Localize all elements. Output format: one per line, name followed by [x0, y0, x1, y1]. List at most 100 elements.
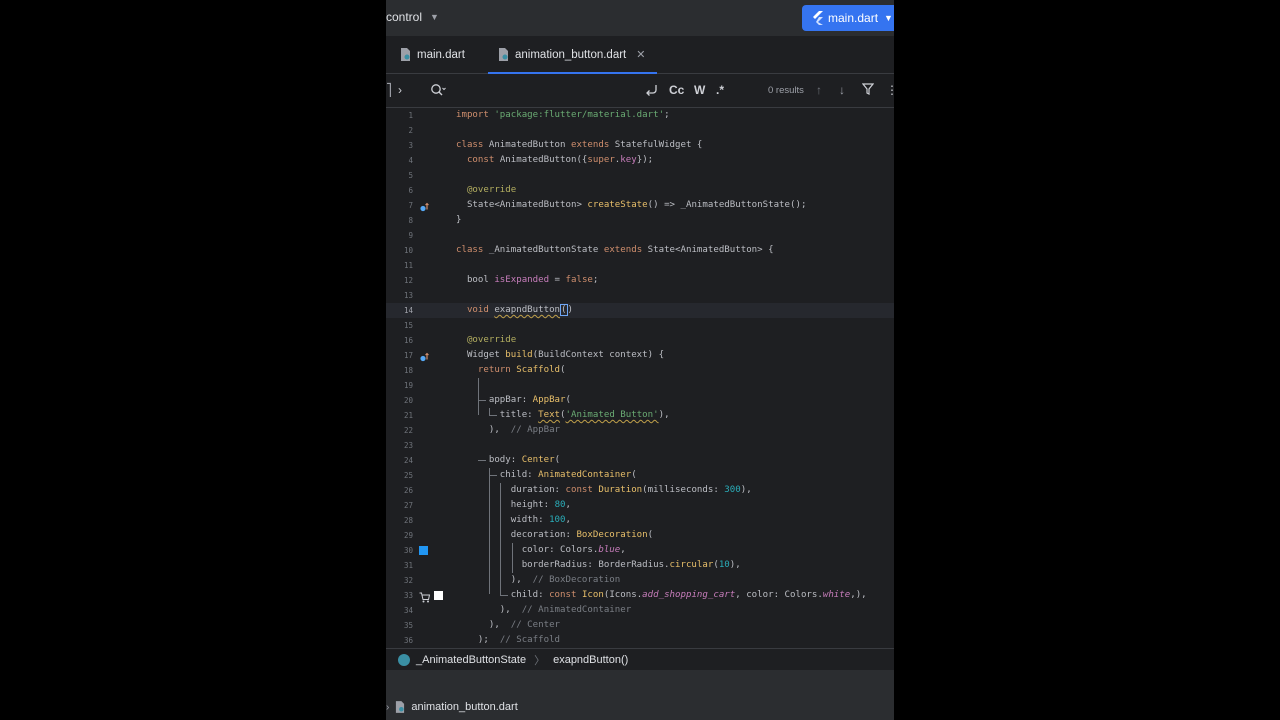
flutter-icon: [813, 11, 823, 25]
code-line[interactable]: 32 ), // BoxDecoration: [386, 573, 894, 588]
code-text: ), // AnimatedContainer: [456, 605, 632, 615]
code-text: const AnimatedButton({super.key});: [466, 155, 654, 165]
breadcrumb-class[interactable]: _AnimatedButtonState: [416, 654, 526, 666]
current-code-line[interactable]: 14 void exapndButton(): [386, 303, 894, 318]
code-line[interactable]: 16 @override: [386, 333, 894, 348]
code-line[interactable]: 35 ), // Center: [386, 618, 894, 633]
code-line[interactable]: 28 width: 100,: [386, 513, 894, 528]
code-text: }: [456, 215, 462, 225]
line-number: 8: [408, 216, 413, 225]
code-text: borderRadius: BorderRadius.circular(10),: [456, 560, 741, 570]
line-number: 11: [403, 261, 413, 270]
code-text: bool isExpanded = false;: [456, 275, 599, 285]
editor-tab-bar: main.dart animation_button.dart ✕: [386, 36, 894, 74]
line-number: 1: [408, 111, 413, 120]
status-bar: › animation_button.dart: [386, 670, 894, 720]
filter-icon[interactable]: [862, 83, 874, 95]
tab-label: animation_button.dart: [515, 48, 627, 61]
line-number: 5: [408, 171, 413, 180]
code-line[interactable]: 34 ), // AnimatedContainer: [386, 603, 894, 618]
line-number: 28: [403, 516, 413, 525]
code-line[interactable]: 9: [386, 228, 894, 243]
code-line[interactable]: 22 ), // AppBar: [386, 423, 894, 438]
vcs-widget[interactable]: control ▼: [386, 10, 439, 24]
code-line[interactable]: 24 body: Center(: [386, 453, 894, 468]
line-number: 14: [403, 306, 413, 315]
breadcrumb-method[interactable]: exapndButton(): [553, 654, 628, 666]
code-text: State<AnimatedButton> createState() => _…: [456, 200, 807, 210]
regex-toggle[interactable]: .*: [716, 83, 724, 97]
code-text: child: const Icon(Icons.add_shopping_car…: [456, 590, 867, 600]
run-config-selector[interactable]: main.dart ▼: [802, 5, 894, 31]
code-line[interactable]: 10 class _AnimatedButtonState extends St…: [386, 243, 894, 258]
dart-file-icon: [396, 701, 405, 713]
wrap-icon[interactable]: [644, 83, 658, 97]
code-line[interactable]: 6 @override: [386, 183, 894, 198]
line-number: 4: [408, 156, 413, 165]
line-number: 36: [403, 636, 413, 645]
code-line[interactable]: 33 child: const Icon(Icons.add_shopping_…: [386, 588, 894, 603]
line-number: 34: [403, 606, 413, 615]
code-line[interactable]: 1 import 'package:flutter/material.dart'…: [386, 108, 894, 123]
code-text: @override: [466, 185, 517, 195]
code-line[interactable]: 21 title: Text('Animated Button'),: [386, 408, 894, 423]
line-number: 29: [403, 531, 413, 540]
code-line[interactable]: 23: [386, 438, 894, 453]
code-text: class _AnimatedButtonState extends State…: [456, 245, 774, 255]
code-text: Widget build(BuildContext context) {: [456, 350, 665, 360]
code-text: ), // AppBar: [456, 425, 561, 435]
code-line[interactable]: 27 height: 80,: [386, 498, 894, 513]
code-line[interactable]: 31 borderRadius: BorderRadius.circular(1…: [386, 558, 894, 573]
code-text: height: 80,: [456, 500, 571, 510]
code-line[interactable]: 12 bool isExpanded = false;: [386, 273, 894, 288]
code-line[interactable]: 29 decoration: BoxDecoration(: [386, 528, 894, 543]
status-file-name[interactable]: animation_button.dart: [411, 701, 517, 713]
expand-replace-icon[interactable]: ›: [398, 83, 402, 97]
code-line[interactable]: 11: [386, 258, 894, 273]
whole-words-toggle[interactable]: W: [694, 83, 705, 97]
line-number: 12: [403, 276, 413, 285]
search-results-count: 0 results: [768, 85, 804, 96]
overflow-icon[interactable]: ⎤: [386, 83, 392, 97]
code-line[interactable]: 36 ); // Scaffold: [386, 633, 894, 648]
match-case-toggle[interactable]: Cc: [669, 83, 684, 97]
code-line[interactable]: 26 duration: const Duration(milliseconds…: [386, 483, 894, 498]
code-line[interactable]: 3 class AnimatedButton extends StatefulW…: [386, 138, 894, 153]
arrow-up-icon[interactable]: ↑: [816, 83, 822, 97]
code-text: return Scaffold(: [477, 365, 566, 375]
code-line[interactable]: 18 return Scaffold(: [386, 363, 894, 378]
code-line[interactable]: 25 child: AnimatedContainer(: [386, 468, 894, 483]
code-line[interactable]: 7 State<AnimatedButton> createState() =>…: [386, 198, 894, 213]
line-number: 32: [403, 576, 413, 585]
code-line[interactable]: 8 }: [386, 213, 894, 228]
code-line[interactable]: 30 color: Colors.blue,: [386, 543, 894, 558]
line-number: 2: [408, 126, 413, 135]
line-number: 35: [403, 621, 413, 630]
close-icon[interactable]: ✕: [636, 48, 645, 61]
code-line[interactable]: 13: [386, 288, 894, 303]
ide-window: control ▼ main.dart ▼ main.dart animatio…: [386, 0, 894, 720]
code-line[interactable]: 17 Widget build(BuildContext context) {: [386, 348, 894, 363]
line-number: 33: [403, 591, 413, 600]
code-line[interactable]: 20 appBar: AppBar(: [386, 393, 894, 408]
code-line[interactable]: 15: [386, 318, 894, 333]
arrow-down-icon[interactable]: ↓: [839, 83, 845, 97]
chevron-down-icon: ▼: [430, 12, 439, 22]
code-text: decoration: BoxDecoration(: [456, 530, 654, 540]
code-line[interactable]: 19: [386, 378, 894, 393]
search-icon[interactable]: [430, 83, 446, 97]
code-editor[interactable]: 1 import 'package:flutter/material.dart'…: [386, 108, 894, 648]
tab-animation-button-dart[interactable]: animation_button.dart ✕: [488, 36, 658, 74]
color-swatch-icon[interactable]: [419, 546, 428, 555]
line-number: 17: [403, 351, 413, 360]
code-line[interactable]: 5: [386, 168, 894, 183]
more-options-icon[interactable]: ⋮: [886, 83, 894, 97]
code-line[interactable]: 2: [386, 123, 894, 138]
code-text: void exapndButton(): [466, 304, 573, 316]
line-number: 19: [403, 381, 413, 390]
tab-main-dart[interactable]: main.dart: [400, 36, 465, 73]
code-text: child: AnimatedContainer(: [456, 470, 637, 480]
code-line[interactable]: 4 const AnimatedButton({super.key});: [386, 153, 894, 168]
line-number: 9: [408, 231, 413, 240]
color-swatch-icon[interactable]: [434, 591, 443, 600]
